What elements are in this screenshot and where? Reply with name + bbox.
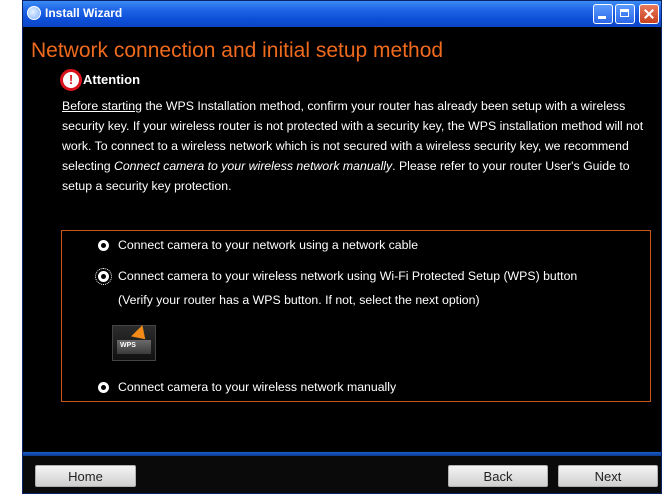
option-network-cable-label[interactable]: Connect camera to your network using a n…	[118, 238, 418, 252]
exclamation-icon: !	[60, 69, 82, 91]
minimize-button[interactable]	[593, 4, 613, 24]
paragraph-underlined: Before starting	[62, 99, 142, 113]
next-button[interactable]: Next	[558, 465, 658, 487]
attention-title: Attention	[83, 72, 141, 87]
maximize-button[interactable]	[615, 4, 635, 24]
home-button[interactable]: Home	[35, 465, 136, 487]
footer-divider	[23, 452, 661, 456]
wps-image-label: WPS	[120, 342, 136, 349]
attention-paragraph: Before starting the WPS Installation met…	[62, 96, 652, 196]
radio-manual[interactable]	[98, 382, 109, 393]
back-button[interactable]: Back	[448, 465, 548, 487]
option-wps-note: (Verify your router has a WPS button. If…	[118, 293, 480, 307]
app-icon	[27, 6, 41, 20]
radio-network-cable[interactable]	[98, 240, 109, 251]
paragraph-italic: Connect camera to your wireless network …	[113, 159, 393, 173]
setup-options-group: Connect camera to your network using a n…	[61, 230, 651, 402]
radio-wps[interactable]	[95, 268, 112, 285]
page-heading: Network connection and initial setup met…	[31, 39, 444, 62]
option-wps-label[interactable]: Connect camera to your wireless network …	[118, 269, 577, 283]
title-bar: Install Wizard	[23, 1, 661, 27]
option-manual-label[interactable]: Connect camera to your wireless network …	[118, 380, 396, 394]
window-title: Install Wizard	[45, 6, 123, 20]
install-wizard-window: Install Wizard Network connection and in…	[22, 0, 662, 494]
wps-button-image: WPS	[112, 325, 156, 361]
close-button[interactable]	[639, 4, 659, 24]
